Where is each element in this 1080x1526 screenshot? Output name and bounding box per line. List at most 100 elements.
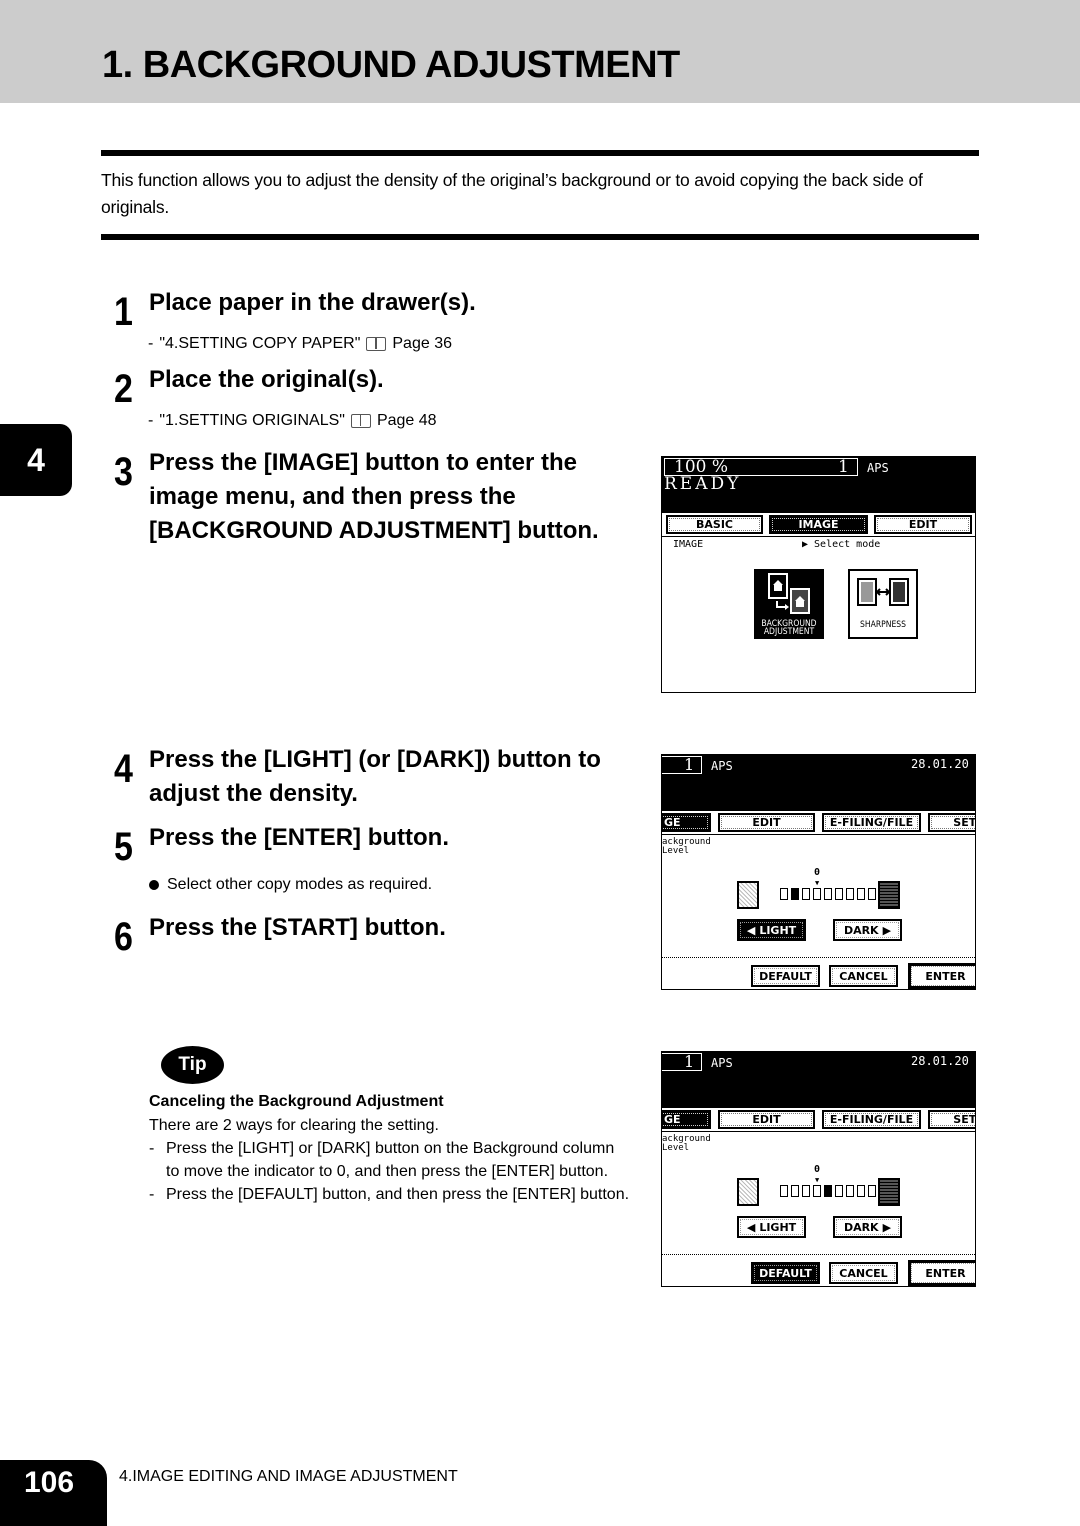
button-label: LIGHT	[759, 1220, 797, 1234]
counter-box	[662, 756, 702, 774]
tab-basic[interactable]: BASIC	[666, 515, 763, 534]
label-line: Level	[662, 1143, 690, 1153]
tab-image[interactable]: IMAGE	[769, 515, 868, 534]
zero-label: 0	[814, 1164, 821, 1175]
level-cell	[780, 888, 788, 900]
field-label: ackground Level	[662, 838, 711, 856]
copies-value: 1	[838, 457, 849, 477]
bullet-icon	[149, 880, 159, 890]
step-line: Press the [LIGHT] (or [DARK]) button to	[149, 746, 601, 773]
level-cell	[802, 888, 810, 900]
tab-image[interactable]: GE	[662, 1110, 711, 1129]
tab-settings[interactable]: SETT	[928, 813, 975, 832]
date-value: 28.01.20	[911, 1054, 969, 1068]
arrow-left-icon: ◀	[746, 1220, 756, 1234]
enter-button[interactable]: ENTER	[908, 963, 975, 989]
ref-dash: -	[148, 335, 154, 352]
step-line: adjust the density.	[149, 780, 358, 807]
divider	[662, 957, 975, 958]
ref-page[interactable]: Page 36	[392, 335, 452, 353]
step-line: [BACKGROUND ADJUSTMENT] button.	[149, 517, 599, 544]
tip-title: Canceling the Background Adjustment	[149, 1093, 444, 1110]
level-cell	[824, 888, 832, 900]
level-scale	[780, 888, 876, 900]
background-adjustment-icon	[768, 573, 810, 614]
level-cell	[813, 888, 821, 900]
tab-edit[interactable]: EDIT	[718, 1110, 815, 1129]
status-area: 100 % 1 APS READY	[662, 457, 975, 513]
bullet-text: Select other copy modes as required.	[167, 876, 433, 893]
screen-image-menu: 100 % 1 APS READY BASIC IMAGE EDIT IMAGE…	[661, 456, 976, 693]
ref-label: "1.SETTING ORIGINALS"	[159, 412, 345, 429]
label-line: ADJUSTMENT	[763, 627, 815, 637]
tip-line: to move the indicator to 0, and then pre…	[166, 1163, 609, 1180]
tab-edit[interactable]: EDIT	[718, 813, 815, 832]
step-number: 3	[114, 450, 133, 494]
level-cell	[791, 888, 799, 900]
step-text: Place paper in the drawer(s).	[149, 289, 476, 316]
bottom-rule	[101, 234, 979, 240]
button-label: DARK	[843, 923, 879, 937]
copies-value: 1	[684, 1052, 695, 1071]
tab-e-filing[interactable]: E-FILING/FILE	[822, 813, 921, 832]
background-adjustment-button[interactable]: BACKGROUND ADJUSTMENT	[754, 569, 824, 639]
step-reference: - "1.SETTING ORIGINALS" Page 48	[148, 412, 437, 430]
ref-dash: -	[148, 412, 154, 429]
intro-text: This function allows you to adjust the d…	[101, 170, 923, 217]
date-value: 28.01.20	[911, 757, 969, 771]
light-paper-icon	[737, 881, 759, 909]
dark-button[interactable]: DARK ▶	[833, 919, 902, 941]
status-text: READY	[664, 474, 742, 494]
tab-edit[interactable]: EDIT	[874, 515, 972, 534]
screen-background-level-light: 1 APS 28.01.20 GE EDIT E-FILING/FILE SET…	[661, 754, 976, 990]
level-cell	[835, 1185, 843, 1197]
cancel-button[interactable]: CANCEL	[829, 1262, 898, 1284]
copies-value: 1	[684, 755, 695, 774]
level-scale	[780, 1185, 876, 1197]
button-label: SHARPNESS	[859, 620, 907, 630]
ref-page[interactable]: Page 48	[377, 412, 437, 430]
level-cell	[835, 888, 843, 900]
step-reference: - "4.SETTING COPY PAPER" Page 36	[148, 335, 452, 353]
tip-item: - Press the [DEFAULT] button, and then p…	[149, 1183, 629, 1206]
chapter-tab: 4	[0, 424, 72, 496]
sharpness-button[interactable]: SHARPNESS	[848, 569, 918, 639]
dark-paper-icon	[878, 1178, 900, 1206]
button-label: BACKGROUND ADJUSTMENT	[756, 620, 822, 637]
light-button[interactable]: ◀ LIGHT	[737, 919, 806, 941]
button-label: LIGHT	[759, 923, 797, 937]
dark-button[interactable]: DARK ▶	[833, 1216, 902, 1238]
default-button[interactable]: DEFAULT	[751, 965, 820, 987]
level-cell	[824, 1185, 832, 1197]
tab-image[interactable]: GE	[662, 813, 711, 832]
tip-badge: Tip	[161, 1046, 224, 1084]
cancel-button[interactable]: CANCEL	[829, 965, 898, 987]
arrow-right-icon: ▶	[882, 1220, 892, 1234]
step-number: 2	[114, 367, 133, 411]
indicator-arrow-icon: ▼	[815, 879, 820, 887]
tab-settings[interactable]: SETT	[928, 1110, 975, 1129]
level-cell	[802, 1185, 810, 1197]
tip-item: - Press the [LIGHT] or [DARK] button on …	[149, 1137, 614, 1183]
indicator-arrow-icon: ▼	[815, 1176, 820, 1184]
level-cell	[813, 1185, 821, 1197]
top-rule	[101, 150, 979, 156]
dark-paper-icon	[878, 881, 900, 909]
enter-button[interactable]: ENTER	[908, 1260, 975, 1286]
level-cell	[868, 1185, 876, 1197]
zero-label: 0	[814, 867, 821, 878]
screen-background-level-default: 1 APS 28.01.20 GE EDIT E-FILING/FILE SET…	[661, 1051, 976, 1287]
tab-bar: GE EDIT E-FILING/FILE SETT	[662, 813, 975, 832]
light-button[interactable]: ◀ LIGHT	[737, 1216, 806, 1238]
tab-e-filing[interactable]: E-FILING/FILE	[822, 1110, 921, 1129]
step-number: 5	[114, 825, 133, 869]
tip-dash: -	[149, 1140, 155, 1157]
default-button[interactable]: DEFAULT	[751, 1262, 820, 1284]
arrow-right-icon: ▶	[882, 923, 892, 937]
book-icon	[366, 337, 387, 351]
status-area: 1 APS 28.01.20	[662, 755, 975, 811]
tip-line: Press the [LIGHT] or [DARK] button on th…	[166, 1140, 615, 1157]
footer-chapter: 4.IMAGE EDITING AND IMAGE ADJUSTMENT	[119, 1468, 458, 1485]
status-area: 1 APS 28.01.20	[662, 1052, 975, 1108]
level-cell	[846, 888, 854, 900]
